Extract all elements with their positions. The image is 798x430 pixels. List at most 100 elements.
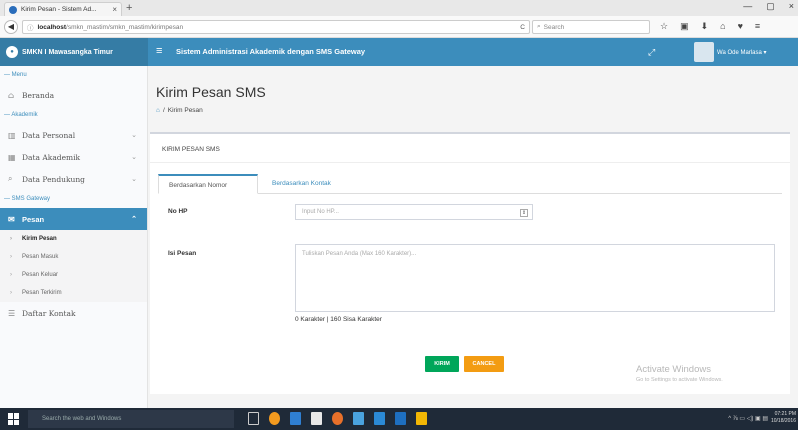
maximize-icon[interactable]: ▢: [766, 1, 775, 12]
sms-form-box: KIRIM PESAN SMS Berdasarkan Nomor Berdas…: [150, 132, 790, 394]
url-host: localhost: [37, 23, 67, 31]
sidebar-header-menu: — Menu: [4, 72, 27, 78]
sidebar-subitem-pesan-masuk[interactable]: › Pesan Masuk: [0, 248, 147, 266]
isi-pesan-label: Isi Pesan: [168, 250, 197, 257]
isi-pesan-placeholder: Tuliskan Pesan Anda (Max 160 Karakter)..…: [302, 251, 417, 257]
isi-pesan-textarea[interactable]: Tuliskan Pesan Anda (Max 160 Karakter)..…: [295, 244, 775, 312]
chevron-right-icon: ›: [10, 236, 12, 242]
search-icon: ⌕: [8, 174, 13, 183]
sidebar-subitem-pesan-keluar[interactable]: › Pesan Keluar: [0, 266, 147, 284]
browser-toolbar-icons: ☆ ▣ ⬇ ⌂ ♥ ≡: [660, 21, 760, 32]
site-favicon-icon: [9, 5, 17, 14]
no-hp-placeholder: Input No HP...: [302, 209, 339, 215]
kirim-button[interactable]: KIRIM: [425, 356, 459, 372]
sidebar-item-data-pendukung[interactable]: ⌕ Data Pendukung ⌄: [0, 168, 147, 190]
app-header: ● SMKN I Mawasangka Timur ≡ Sistem Admin…: [0, 38, 798, 66]
sidebar-item-label: Data Pendukung: [22, 174, 85, 184]
chevron-right-icon: ›: [10, 290, 12, 296]
store-icon[interactable]: [311, 412, 322, 425]
url-path: /smkn_mastim/smkn_mastim/kirimpesan: [66, 23, 184, 31]
home-icon[interactable]: ⌂: [720, 21, 725, 32]
new-tab-button[interactable]: +: [126, 2, 132, 14]
sidebar-subitem-label: Pesan Keluar: [22, 272, 59, 278]
bookmark-star-icon[interactable]: ☆: [660, 21, 668, 32]
firefox-icon[interactable]: [332, 412, 343, 425]
chart-icon: ▥: [8, 130, 16, 140]
school-logo-icon: ●: [6, 46, 18, 58]
sidebar-subitem-pesan-terkirim[interactable]: › Pesan Terkirim: [0, 284, 147, 302]
chevron-down-icon: ⌄: [131, 175, 137, 183]
minimize-icon[interactable]: —: [743, 1, 752, 12]
sidebar: — Menu ⌂ Beranda — Akademik ▥ Data Perso…: [0, 66, 148, 408]
search-icon: ⌕: [537, 23, 541, 30]
number-spinner-icon[interactable]: ⇕: [520, 209, 528, 217]
breadcrumb-separator: /: [162, 107, 165, 114]
sidebar-header-akademik: — Akademik: [4, 112, 38, 118]
app-icon[interactable]: [395, 412, 406, 425]
box-title: KIRIM PESAN SMS: [162, 146, 220, 153]
app-icon[interactable]: [353, 412, 364, 425]
breadcrumb: ⌂ / Kirim Pesan: [156, 107, 203, 114]
home-outline-icon: ⌂: [8, 90, 15, 100]
info-icon[interactable]: ⓘ: [27, 22, 34, 32]
taskbar: Search the web and Windows ^ ⅞ ▭ ◁) ▣ ▤ …: [0, 408, 798, 430]
page-title: Kirim Pesan SMS: [156, 84, 266, 100]
brand[interactable]: ● SMKN I Mawasangka Timur: [0, 38, 148, 66]
sidebar-item-label: Daftar Kontak: [22, 308, 76, 318]
avatar: [694, 42, 714, 62]
vlc-icon[interactable]: [269, 412, 280, 425]
sidebar-header-sms: — SMS Gateway: [4, 196, 51, 202]
no-hp-input[interactable]: Input No HP... ⇕: [295, 204, 533, 220]
sidebar-toggle-icon[interactable]: ≡: [156, 45, 162, 57]
list-icon: ☰: [8, 308, 16, 318]
fullscreen-icon[interactable]: ⤢: [648, 47, 655, 58]
tab-berdasarkan-nomor[interactable]: Berdasarkan Nomor: [158, 174, 258, 194]
pocket-icon[interactable]: ♥: [738, 21, 743, 32]
clock[interactable]: 07:21 PM 10/18/2016: [771, 411, 796, 425]
activate-windows-watermark: Activate Windows Go to Settings to activ…: [636, 364, 723, 383]
cancel-button[interactable]: CANCEL: [464, 356, 504, 372]
tab-close-icon[interactable]: ×: [112, 5, 117, 14]
sidebar-item-pesan[interactable]: ✉ Pesan ⌃: [0, 208, 147, 230]
sidebar-subitem-label: Kirim Pesan: [22, 236, 57, 242]
download-icon[interactable]: ⬇: [701, 21, 709, 32]
close-window-icon[interactable]: ×: [789, 1, 794, 12]
chevron-down-icon: ⌄: [131, 153, 137, 161]
sidebar-item-data-akademik[interactable]: ▦ Data Akademik ⌄: [0, 146, 147, 168]
system-tray[interactable]: ^ ⅞ ▭ ◁) ▣ ▤: [728, 415, 768, 422]
sidebar-item-label: Pesan: [22, 214, 45, 224]
edge-icon[interactable]: [374, 412, 385, 425]
browser-nav-bar: ◀ ⓘ localhost /smkn_mastim/smkn_mastim/k…: [0, 16, 798, 38]
chevron-up-icon: ⌃: [131, 216, 137, 223]
tab-berdasarkan-kontak[interactable]: Berdasarkan Kontak: [262, 174, 341, 194]
sidebar-item-label: Data Personal: [22, 130, 76, 140]
browser-tab-bar: Kirim Pesan - Sistem Ad... × + — ▢ ×: [0, 0, 798, 16]
search-placeholder: Search: [543, 23, 565, 31]
system-title: Sistem Administrasi Akademik dengan SMS …: [176, 47, 366, 56]
browser-tab[interactable]: Kirim Pesan - Sistem Ad... ×: [4, 2, 122, 16]
reading-list-icon[interactable]: ▣: [680, 21, 689, 32]
sidebar-subitem-kirim-pesan[interactable]: › Kirim Pesan: [0, 230, 147, 248]
watermark-subtitle: Go to Settings to activate Windows.: [636, 377, 723, 383]
user-menu[interactable]: Wa Ode Marlasa ▾: [694, 42, 766, 62]
menu-icon[interactable]: ≡: [755, 21, 760, 32]
windows-start-icon[interactable]: [8, 413, 20, 425]
task-view-icon[interactable]: [248, 412, 259, 425]
url-bar[interactable]: ⓘ localhost /smkn_mastim/smkn_mastim/kir…: [22, 20, 530, 34]
back-button[interactable]: ◀: [4, 20, 18, 34]
window-controls: — ▢ ×: [743, 1, 794, 12]
sidebar-item-label: Data Akademik: [22, 152, 81, 162]
sidebar-item-data-personal[interactable]: ▥ Data Personal ⌄: [0, 124, 147, 146]
sidebar-item-beranda[interactable]: ⌂ Beranda: [0, 84, 147, 106]
taskbar-search-input[interactable]: Search the web and Windows: [28, 410, 234, 428]
watermark-title: Activate Windows: [636, 364, 711, 375]
browser-search-input[interactable]: ⌕ Search: [532, 20, 650, 34]
reload-icon[interactable]: C: [520, 24, 525, 31]
app-icon[interactable]: [290, 412, 301, 425]
clock-date: 10/18/2016: [770, 418, 796, 424]
explorer-icon[interactable]: [416, 412, 427, 425]
sidebar-item-daftar-kontak[interactable]: ☰ Daftar Kontak: [0, 302, 147, 324]
breadcrumb-home-icon[interactable]: ⌂: [156, 107, 160, 114]
message-icon: ✉: [8, 214, 15, 224]
chevron-down-icon: ⌄: [131, 131, 137, 139]
